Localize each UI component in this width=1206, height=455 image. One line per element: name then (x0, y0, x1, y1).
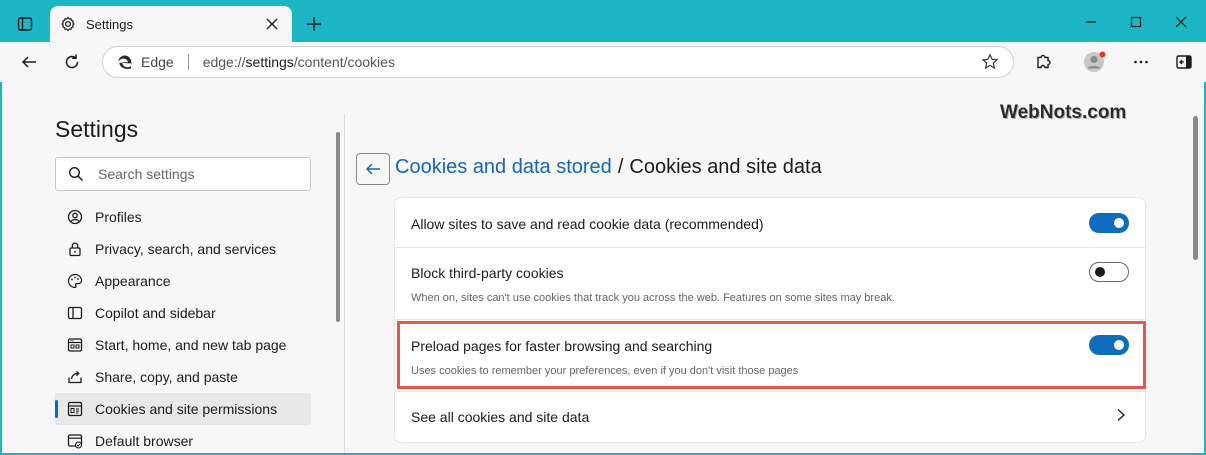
maximize-icon (1130, 16, 1142, 28)
url-suffix: /content/cookies (293, 54, 395, 70)
settings-content: WebNots.com Cookies and data stored / Cook… (345, 82, 1204, 453)
setting-row-preload-pages: Preload pages for faster browsing and se… (395, 320, 1145, 392)
page-title: Cookies and data stored / Cookies and site… (395, 156, 822, 179)
edge-logo-icon (118, 55, 132, 69)
sidebar-item-label: Privacy, search, and services (95, 241, 277, 257)
palette-icon (67, 273, 83, 289)
back-to-cookies-button[interactable] (356, 153, 390, 185)
close-icon (266, 18, 278, 30)
tab-close-button[interactable] (262, 14, 282, 34)
sidebar-title: Settings (55, 116, 139, 142)
tab-actions-icon (17, 17, 33, 31)
content-scrollbar[interactable] (1193, 116, 1198, 260)
browser-label: Edge (141, 54, 174, 70)
minimize-icon (1086, 21, 1096, 23)
share-icon (68, 370, 82, 384)
preload-pages-toggle[interactable] (1089, 335, 1129, 355)
refresh-icon (65, 54, 79, 69)
maximize-button[interactable] (1121, 10, 1151, 34)
block-third-party-toggle[interactable] (1089, 262, 1129, 282)
close-icon (1175, 16, 1187, 28)
address-bar[interactable]: Edge edge://settings/content/cookies (102, 46, 1014, 78)
url-prefix: edge:// (202, 54, 246, 70)
setting-title: Block third-party cookies (411, 265, 564, 281)
setting-description: When on, sites can't use cookies that tr… (411, 292, 895, 304)
tab-actions-button[interactable] (10, 12, 40, 36)
arrow-left-icon (21, 56, 36, 68)
sidebar-item-label: Default browser (95, 433, 194, 449)
tab-settings[interactable]: Settings (50, 6, 292, 42)
title-bar: Settings (0, 0, 1206, 46)
profile-button[interactable] (1081, 49, 1109, 75)
close-window-button[interactable] (1166, 10, 1196, 34)
cookies-icon (67, 401, 83, 417)
home-page-icon (67, 338, 83, 352)
search-icon (68, 166, 84, 182)
sidebar-item-label: Start, home, and new tab page (95, 337, 287, 353)
setting-row-allow-cookies: Allow sites to save and read cookie data… (395, 198, 1145, 248)
more-options-button[interactable] (1127, 49, 1155, 75)
setting-row-block-third-party: Block third-party cookies When on, sites… (395, 248, 1145, 320)
setting-title: Preload pages for faster browsing and se… (411, 338, 713, 354)
new-tab-button[interactable] (302, 12, 326, 36)
url-text[interactable]: edge://settings/content/cookies (203, 54, 395, 70)
watermark: WebNots.com (1000, 102, 1127, 123)
plus-icon (307, 17, 321, 31)
setting-description: Uses cookies to remember your preference… (411, 365, 799, 377)
sidebar-item-label: Profiles (95, 209, 142, 225)
sidebar-item-default-browser[interactable]: Default browser (55, 425, 311, 455)
arrow-left-icon (366, 163, 380, 175)
sidebar-item-label: Copilot and sidebar (95, 305, 216, 321)
lock-icon (69, 242, 81, 257)
favorite-button[interactable] (981, 53, 999, 76)
minimize-button[interactable] (1076, 10, 1106, 34)
tab-title: Settings (86, 16, 133, 32)
sidebar-item-start-home[interactable]: Start, home, and new tab page (55, 329, 311, 361)
browser-toolbar: Edge edge://settings/content/cookies (0, 42, 1206, 82)
sidebar-scrollbar[interactable] (336, 132, 340, 322)
sidebar-toggle-button[interactable] (1170, 49, 1198, 75)
sidebar-item-appearance[interactable]: Appearance (55, 265, 311, 297)
star-icon (981, 53, 999, 70)
search-input[interactable] (98, 166, 298, 182)
browser-icon (67, 434, 83, 449)
more-icon (1134, 60, 1148, 64)
setting-title: See all cookies and site data (411, 409, 590, 425)
breadcrumb-link[interactable]: Cookies and data stored (395, 156, 612, 178)
chevron-right-icon (1115, 408, 1127, 427)
sidebar-item-cookies[interactable]: Cookies and site permissions (55, 393, 311, 425)
breadcrumb-current: Cookies and site data (629, 156, 822, 178)
allow-cookies-toggle[interactable] (1089, 213, 1129, 233)
puzzle-icon (1037, 54, 1051, 69)
settings-sidebar: Settings Profiles Privacy, search, and s… (2, 82, 344, 453)
sidebar-item-privacy[interactable]: Privacy, search, and services (55, 233, 311, 265)
sidebar-item-share[interactable]: Share, copy, and paste (55, 361, 311, 393)
setting-row-see-all-cookies[interactable]: See all cookies and site data (395, 392, 1145, 442)
profile-icon (67, 209, 83, 225)
sidebar-item-copilot[interactable]: Copilot and sidebar (55, 297, 311, 329)
search-box[interactable] (55, 157, 311, 191)
setting-title: Allow sites to save and read cookie data… (411, 216, 764, 232)
gear-icon (61, 16, 75, 32)
sidebar-item-label: Cookies and site permissions (95, 401, 278, 417)
breadcrumb-separator: / (617, 156, 624, 178)
extensions-button[interactable] (1030, 49, 1058, 75)
avatar-icon (1084, 51, 1106, 72)
address-separator (187, 54, 189, 70)
settings-page: Settings Profiles Privacy, search, and s… (2, 82, 1204, 453)
sidebar-panel-icon (1176, 55, 1192, 69)
refresh-button[interactable] (58, 49, 86, 75)
cookies-settings-card: Allow sites to save and read cookie data… (395, 198, 1145, 442)
back-button[interactable] (15, 49, 43, 75)
sidebar-item-label: Share, copy, and paste (95, 369, 238, 385)
sidebar-icon (67, 306, 83, 320)
sidebar-item-profiles[interactable]: Profiles (55, 201, 311, 233)
sidebar-item-label: Appearance (95, 273, 171, 289)
url-highlight: settings (245, 54, 294, 70)
